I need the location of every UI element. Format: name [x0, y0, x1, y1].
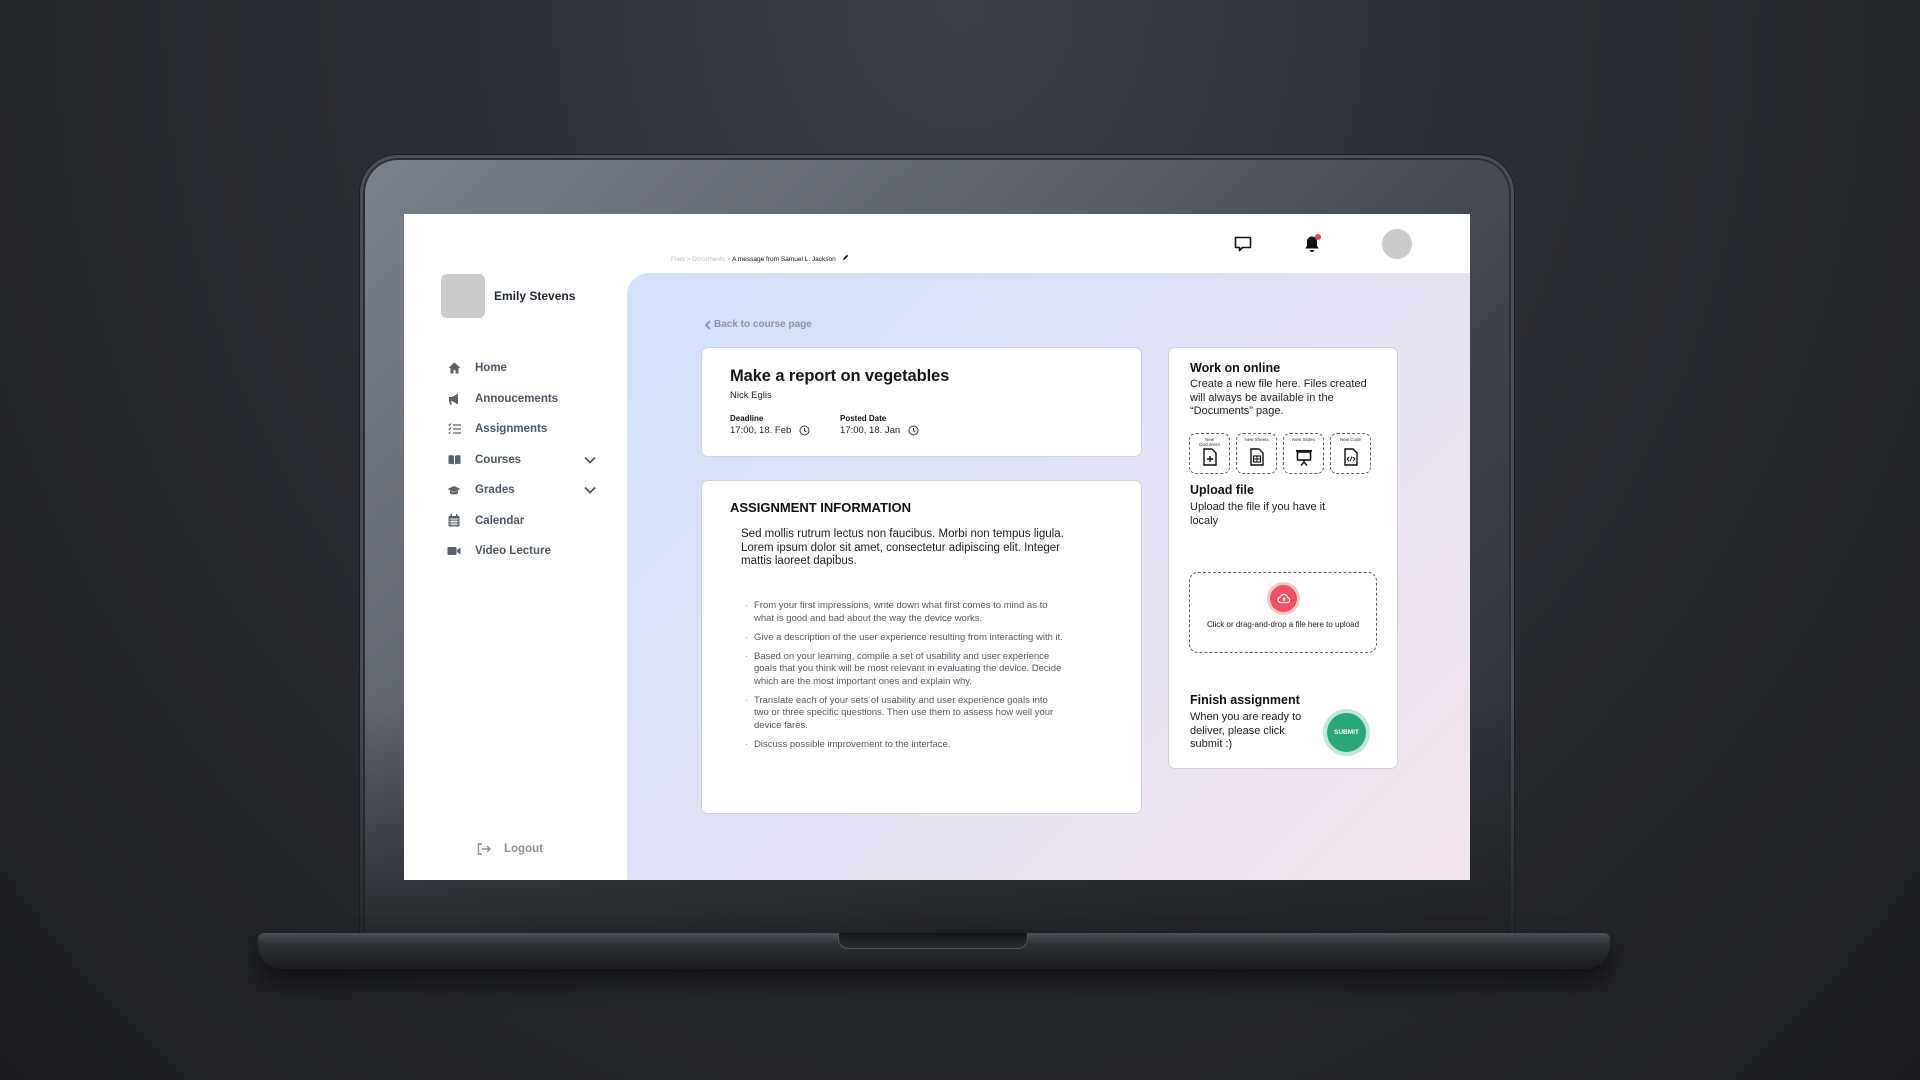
- submit-button[interactable]: SUBMIT: [1327, 713, 1366, 752]
- list-item: Based on your learning, compile a set of…: [745, 651, 1064, 689]
- list-item: Give a description of the user experienc…: [745, 632, 1064, 645]
- sidebar-nav: Home Annoucements Assignments Courses Gr…: [447, 353, 597, 567]
- list-item: Discuss possible improvement to the inte…: [745, 739, 1064, 752]
- messages-button[interactable]: [1232, 233, 1254, 255]
- list-item: From your first impressions, write down …: [745, 600, 1064, 625]
- sidebar-item-label: Home: [475, 362, 507, 375]
- new-sheets-button[interactable]: New Sheets: [1236, 433, 1277, 474]
- upload-dropzone-text: Click or drag-and-drop a file here to up…: [1206, 620, 1360, 629]
- graduation-cap-icon: [447, 483, 461, 497]
- new-file-buttons: New Document New Sheets New Slides New C…: [1189, 433, 1371, 474]
- sidebar-item-calendar[interactable]: Calendar: [447, 506, 597, 537]
- chevron-down-icon[interactable]: [583, 453, 597, 467]
- notification-badge: [1315, 234, 1321, 240]
- app-screen: Emily Stevens Home Annoucements Assignme…: [404, 214, 1470, 880]
- assignment-header-card: Make a report on vegetables Nick Eglis D…: [701, 347, 1142, 457]
- clock-icon: [908, 425, 919, 436]
- breadcrumb-separator: >: [686, 256, 691, 263]
- posted-date-label: Posted Date: [840, 414, 887, 423]
- book-icon: [447, 453, 461, 467]
- upload-text: Upload the file if you have it localy: [1190, 501, 1326, 527]
- back-to-course-link[interactable]: Back to course page: [704, 319, 812, 330]
- list-item: Translate each of your sets of usability…: [745, 695, 1064, 733]
- new-code-button[interactable]: New Code: [1330, 433, 1371, 474]
- upload-dropzone[interactable]: Click or drag-and-drop a file here to up…: [1189, 572, 1377, 653]
- sidebar-item-announcements[interactable]: Annoucements: [447, 384, 597, 415]
- sidebar-item-grades[interactable]: Grades: [447, 475, 597, 506]
- clock-icon: [799, 425, 810, 436]
- breadcrumb: Files > Documents > A message from Samue…: [671, 254, 849, 263]
- new-code-icon: [1343, 448, 1358, 466]
- chevron-left-icon: [704, 319, 711, 330]
- actions-card: Work on online Create a new file here. F…: [1168, 347, 1398, 769]
- home-icon: [447, 361, 461, 375]
- checklist-icon: [447, 422, 461, 436]
- assignment-title: Make a report on vegetables: [730, 367, 950, 385]
- info-bullets: From your first impressions, write down …: [745, 600, 1064, 758]
- online-text: Create a new file here. Files created wi…: [1190, 378, 1367, 417]
- cloud-upload-icon: [1277, 593, 1290, 604]
- main-panel: Back to course page Make a report on veg…: [627, 273, 1470, 880]
- finish-text: When you are ready to deliver, please cl…: [1190, 711, 1302, 750]
- breadcrumb-current: A message from Samuel L. Jackson: [732, 256, 836, 263]
- profile[interactable]: Emily Stevens: [441, 274, 575, 318]
- new-slides-icon: [1295, 450, 1312, 466]
- new-file-label: New Code: [1339, 437, 1361, 442]
- new-document-button[interactable]: New Document: [1189, 433, 1230, 474]
- sidebar: Emily Stevens Home Annoucements Assignme…: [404, 214, 627, 880]
- breadcrumb-item[interactable]: Documents: [692, 256, 725, 263]
- chevron-down-icon[interactable]: [583, 483, 597, 497]
- deadline-value: 17:00, 18. Feb: [730, 425, 810, 436]
- info-title: ASSIGNMENT INFORMATION: [730, 500, 912, 515]
- deadline: Deadline 17:00, 18. Feb: [730, 414, 810, 436]
- logout-label: Logout: [504, 843, 543, 855]
- deadline-label: Deadline: [730, 414, 764, 423]
- upload-title: Upload file: [1190, 483, 1254, 497]
- chat-icon: [1234, 236, 1252, 252]
- new-slides-button[interactable]: New Slides: [1283, 433, 1324, 474]
- assignment-info-card: ASSIGNMENT INFORMATION Sed mollis rutrum…: [701, 480, 1142, 814]
- finish-title: Finish assignment: [1190, 693, 1300, 707]
- sidebar-item-video-lecture[interactable]: Video Lecture: [447, 536, 597, 567]
- calendar-icon: [447, 514, 461, 528]
- sidebar-item-label: Courses: [475, 453, 522, 466]
- laptop-notch: [838, 933, 1028, 949]
- sidebar-item-label: Annoucements: [475, 392, 559, 405]
- new-file-label: New Document: [1199, 437, 1220, 447]
- profile-avatar: [441, 274, 485, 318]
- sidebar-item-assignments[interactable]: Assignments: [447, 414, 597, 445]
- sidebar-item-label: Video Lecture: [475, 545, 551, 558]
- logout-button[interactable]: Logout: [477, 842, 543, 856]
- upload-button[interactable]: [1270, 585, 1297, 612]
- sidebar-item-label: Assignments: [475, 423, 548, 436]
- breadcrumb-item[interactable]: Files: [671, 256, 685, 263]
- new-file-label: New Slides: [1292, 437, 1315, 442]
- sidebar-item-home[interactable]: Home: [447, 353, 597, 384]
- new-sheet-icon: [1249, 448, 1264, 466]
- posted-date-text: 17:00, 18. Jan: [840, 425, 901, 436]
- assignment-author: Nick Eglis: [730, 390, 772, 401]
- back-link-label: Back to course page: [714, 319, 812, 330]
- megaphone-icon: [447, 392, 461, 406]
- new-document-icon: [1202, 448, 1217, 466]
- video-icon: [447, 544, 461, 558]
- profile-name: Emily Stevens: [494, 289, 576, 303]
- logout-icon: [477, 842, 491, 856]
- posted-date: Posted Date 17:00, 18. Jan: [840, 414, 919, 436]
- breadcrumb-separator: >: [726, 256, 731, 263]
- sidebar-item-label: Calendar: [475, 514, 525, 527]
- info-description: Sed mollis rutrum lectus non faucibus. M…: [741, 528, 1064, 567]
- posted-date-value: 17:00, 18. Jan: [840, 425, 919, 436]
- sidebar-item-label: Grades: [475, 484, 515, 497]
- edit-pencil-icon[interactable]: [842, 254, 849, 261]
- online-title: Work on online: [1190, 361, 1281, 375]
- sidebar-item-courses[interactable]: Courses: [447, 445, 597, 476]
- notifications-button[interactable]: [1301, 233, 1323, 255]
- user-avatar[interactable]: [1382, 229, 1412, 259]
- new-file-label: New Sheets: [1244, 437, 1269, 442]
- deadline-text: 17:00, 18. Feb: [730, 425, 792, 436]
